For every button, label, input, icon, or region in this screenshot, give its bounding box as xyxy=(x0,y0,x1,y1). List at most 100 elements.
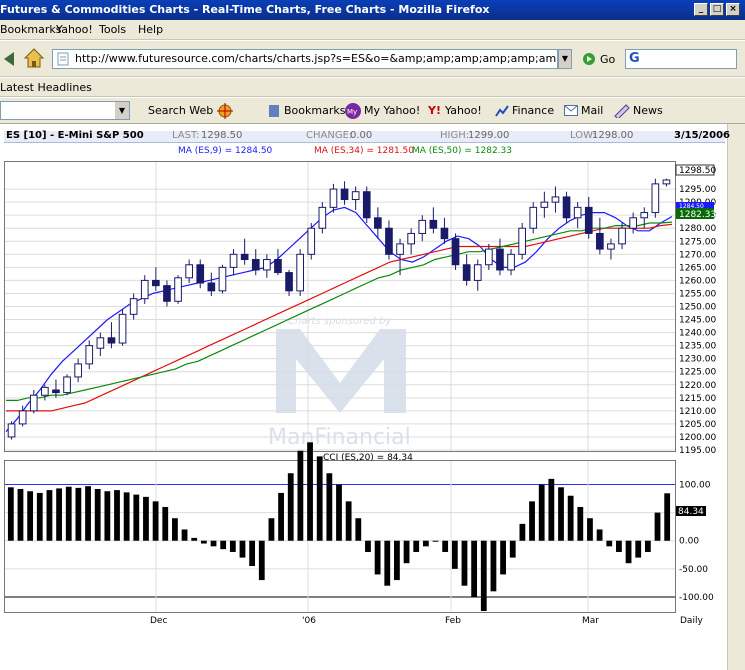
candle-body xyxy=(85,345,94,365)
cci-bar xyxy=(567,495,574,541)
watermark-sponsor: Charts sponsored by xyxy=(288,316,392,327)
candle-body xyxy=(96,337,105,349)
cci-tick-label: -100.00 xyxy=(679,593,714,603)
cci-bar xyxy=(94,488,101,541)
x-tick-label: Feb xyxy=(445,616,461,626)
cci-bar xyxy=(422,540,429,547)
price-tick-label: 1210.00 xyxy=(679,407,716,417)
back-arrow-icon[interactable] xyxy=(2,49,16,69)
cci-bar xyxy=(56,488,62,541)
cci-bar xyxy=(471,540,478,597)
cci-bar xyxy=(7,487,14,541)
x-tick-label: Mar xyxy=(582,616,599,626)
yahoo-button[interactable]: Yahoo! xyxy=(445,104,482,117)
navigation-toolbar: http://www.futuresource.com/charts/chart… xyxy=(0,41,745,77)
cci-bar xyxy=(336,484,342,541)
cci-bar xyxy=(210,540,217,547)
cci-bar xyxy=(65,486,72,541)
price-tick-label: 1280.00 xyxy=(679,224,716,234)
go-icon[interactable] xyxy=(582,52,596,66)
search-web-button[interactable]: Search Web xyxy=(148,104,213,117)
cci-bar xyxy=(374,540,381,575)
cci-bar xyxy=(394,540,400,581)
candle-body xyxy=(163,285,171,302)
ma34-legend: MA (ES,34) = 1281.50 xyxy=(314,146,414,156)
minimize-button[interactable]: _ xyxy=(694,3,708,16)
candle-body xyxy=(440,227,449,240)
cci-bar xyxy=(654,512,661,541)
cci-bar xyxy=(490,540,497,592)
cci-bar xyxy=(326,473,333,541)
google-icon: G xyxy=(629,51,640,66)
candle-body xyxy=(329,188,338,208)
search-input[interactable]: G xyxy=(625,49,737,69)
vertical-scrollbar[interactable] xyxy=(727,124,745,670)
candle-body xyxy=(396,243,404,255)
low-value: 1298.00 xyxy=(592,130,634,141)
manfinancial-logo-icon xyxy=(276,329,406,413)
cci-bar xyxy=(451,540,458,569)
candle-body xyxy=(385,227,393,255)
cci-bar xyxy=(278,492,284,541)
yahoo-toolbar: ▼ Search Web Bookmarks My My Yahoo! Y! Y… xyxy=(0,98,745,124)
cci-bar xyxy=(133,494,140,541)
price-tick-label: 1200.00 xyxy=(679,433,716,443)
candle-body xyxy=(418,219,427,234)
page-icon xyxy=(57,52,69,66)
cci-bar xyxy=(249,540,256,567)
ma-line xyxy=(6,221,673,401)
change-label: CHANGE: xyxy=(306,130,353,141)
candle-body xyxy=(518,227,526,255)
candle-body xyxy=(63,376,71,394)
candle-body xyxy=(307,227,316,255)
bookmark-latest-headlines[interactable]: Latest Headlines xyxy=(0,81,92,94)
yahoo-bookmarks-button[interactable]: Bookmarks xyxy=(284,104,345,117)
finance-button[interactable]: Finance xyxy=(512,104,554,117)
cci-bar xyxy=(143,496,149,541)
candle-body xyxy=(462,264,471,281)
candle-body xyxy=(451,238,460,266)
news-button[interactable]: News xyxy=(633,104,663,117)
close-button[interactable]: × xyxy=(726,3,740,16)
menu-help[interactable]: Help xyxy=(138,23,163,36)
menu-bookmarks[interactable]: Bookmarks xyxy=(0,23,61,36)
chart-header: ES [10] - E-Mini S&P 500 LAST: 1298.50 C… xyxy=(4,130,730,143)
cci-bar xyxy=(75,487,82,541)
menu-tools[interactable]: Tools xyxy=(99,23,126,36)
candle-body xyxy=(629,217,637,229)
go-button[interactable]: Go xyxy=(600,53,615,66)
address-input[interactable]: http://www.futuresource.com/charts/chart… xyxy=(52,49,558,69)
candle-body xyxy=(207,282,216,292)
candle-body xyxy=(251,259,260,271)
high-label: HIGH: xyxy=(440,130,470,141)
candle-body xyxy=(185,264,193,279)
cci-bar xyxy=(17,488,24,541)
candle-body xyxy=(640,212,649,219)
crosshair-icon[interactable] xyxy=(217,103,233,119)
candle-body xyxy=(118,313,127,344)
candle-body xyxy=(129,298,138,315)
maximize-button[interactable]: □ xyxy=(710,3,724,16)
chevron-down-icon[interactable]: ▼ xyxy=(115,102,129,119)
price-tick-label: 1250.00 xyxy=(679,303,716,313)
candle-body xyxy=(596,232,604,250)
home-icon[interactable] xyxy=(22,46,46,70)
address-dropdown[interactable]: ▼ xyxy=(558,49,572,69)
price-tick-label: 1215.00 xyxy=(679,394,716,404)
candle-body xyxy=(174,277,182,302)
candle-body xyxy=(18,410,27,425)
watermark-brand: ManFinancial xyxy=(268,425,411,450)
high-value: 1299.00 xyxy=(468,130,510,141)
candle-body xyxy=(340,188,349,201)
menu-bar: Bookmarks Yahoo! Tools Help xyxy=(0,20,745,40)
candle-body xyxy=(584,206,593,234)
change-value: 0.00 xyxy=(350,130,373,141)
yahoo-search-input[interactable]: ▼ xyxy=(0,101,130,120)
cci-bar xyxy=(635,540,642,558)
my-yahoo-button[interactable]: My Yahoo! xyxy=(364,104,420,117)
price-tick-label: 1195.00 xyxy=(679,446,716,456)
menu-yahoo[interactable]: Yahoo! xyxy=(56,23,93,36)
cci-bar xyxy=(625,540,632,564)
mail-button[interactable]: Mail xyxy=(581,104,603,117)
candle-body xyxy=(29,394,38,412)
